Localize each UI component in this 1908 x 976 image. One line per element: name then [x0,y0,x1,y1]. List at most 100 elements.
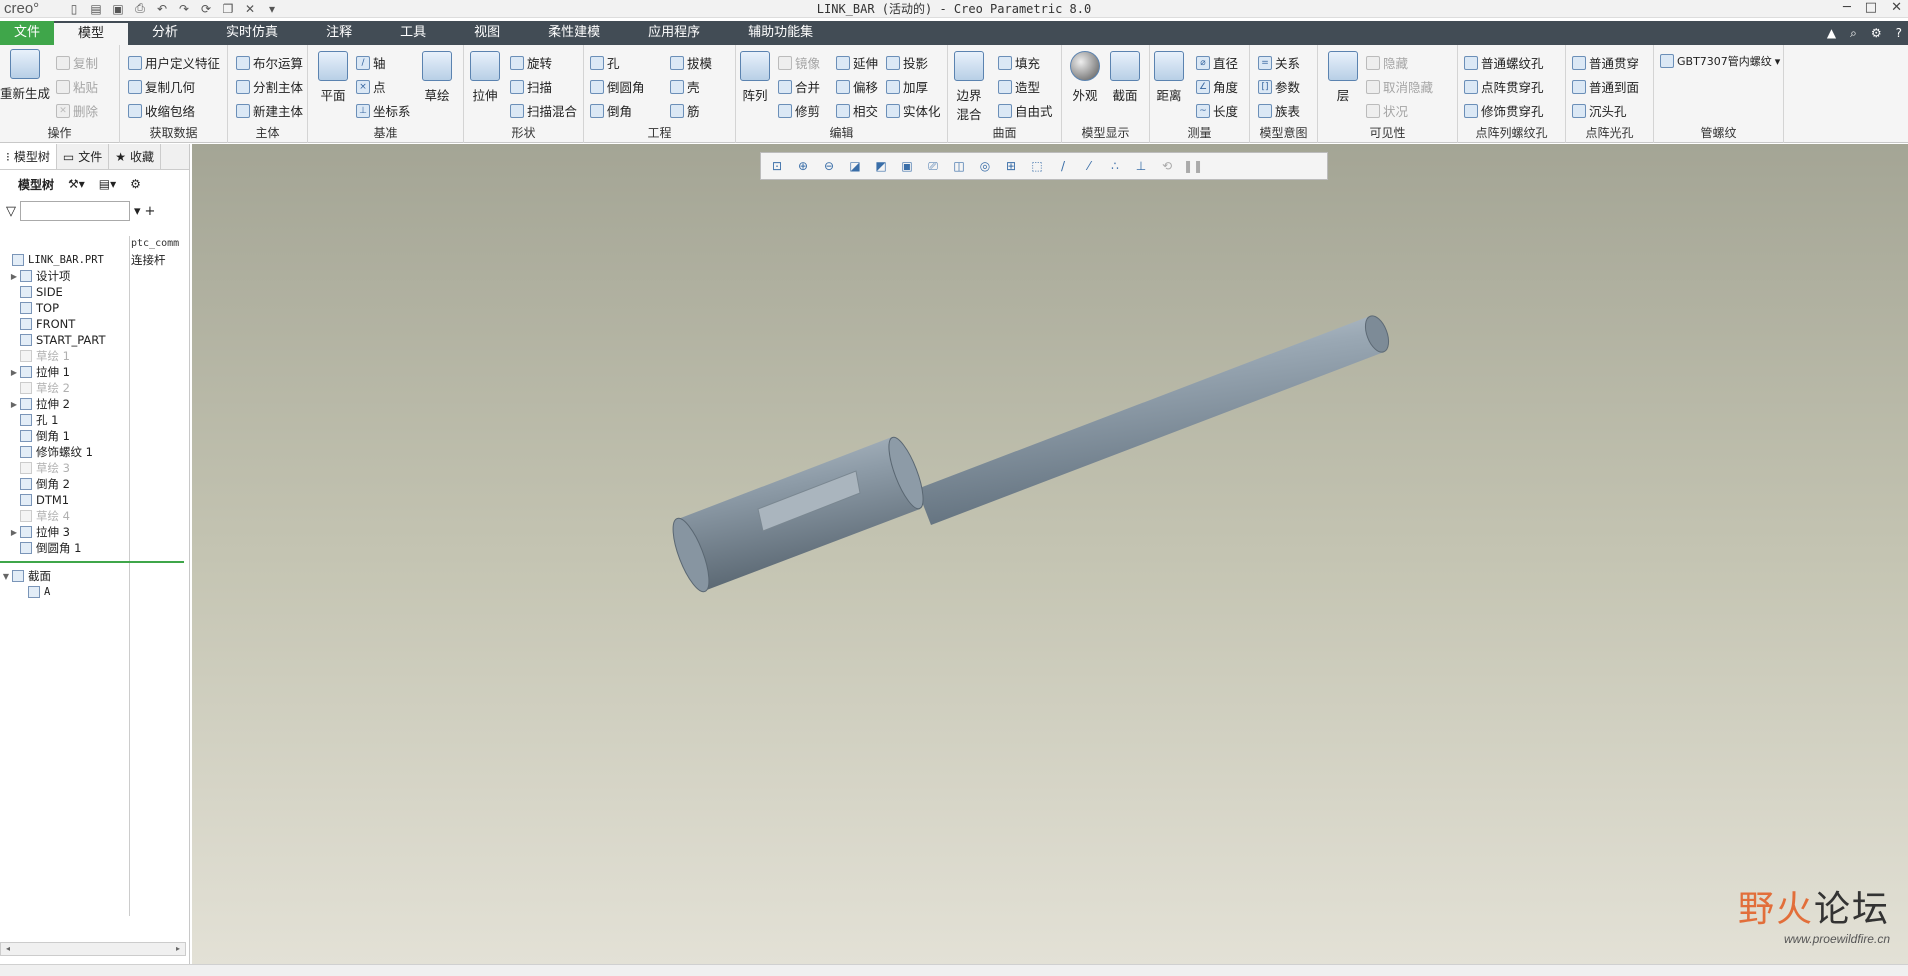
tree-item[interactable]: 草绘 1 [0,348,190,364]
search-dropdown-icon[interactable]: ▾ [134,204,141,219]
settings-icon[interactable]: ⚙ [1871,26,1882,40]
intersect-button[interactable]: 相交 [836,101,878,120]
shrinkwrap-button[interactable]: 收缩包络 [128,101,195,120]
offset-button[interactable]: 偏移 [836,77,878,96]
tree-item[interactable]: ▶ 拉伸 1 [0,364,190,380]
section-item[interactable]: A [0,584,190,600]
extrude-button[interactable]: 拉伸 [470,51,500,104]
tree-item[interactable]: 修饰螺纹 1 [0,444,190,460]
tab-accessories[interactable]: 辅助功能集 [724,21,837,45]
tab-view[interactable]: 视图 [450,21,524,45]
tab-tools[interactable]: 工具 [376,21,450,45]
tree-item[interactable]: 草绘 3 [0,460,190,476]
normal-thread-hole-button[interactable]: 普通螺纹孔 [1464,53,1544,72]
column-header[interactable]: ptc_comm [131,238,179,249]
horizontal-scrollbar[interactable]: ◂ ▸ [0,942,186,956]
tree-item[interactable]: ▶ 拉伸 2 [0,396,190,412]
sections-root[interactable]: ▼ 截面 [0,568,190,584]
tree-item[interactable]: DTM1 [0,492,190,508]
delete-button[interactable]: ✕ 删除 [56,101,98,120]
project-button[interactable]: 投影 [886,53,928,72]
tree-item[interactable]: TOP [0,300,190,316]
undo-icon[interactable]: ↶ [152,1,172,17]
merge-button[interactable]: 合并 [778,77,820,96]
tree-settings-icon[interactable]: ⚒▾ [68,177,85,191]
hide-button[interactable]: 隐藏 [1366,53,1408,72]
boolean-button[interactable]: 布尔运算 [236,53,303,72]
counterbore-button[interactable]: 沉头孔 [1572,101,1627,120]
length-button[interactable]: ~ 长度 [1196,101,1238,120]
tab-model-tree[interactable]: ⁝ 模型树 [0,144,57,169]
search-input[interactable] [20,201,130,221]
draft-button[interactable]: 拔模 [670,53,712,72]
distance-button[interactable]: 距离 [1154,51,1184,104]
pattern-button[interactable]: 阵列 [740,51,770,104]
udf-button[interactable]: 用户定义特征 [128,53,220,72]
window-close-icon[interactable]: ✕ [1891,0,1902,15]
gbt7307-button[interactable]: GBT7307管内螺纹 ▾ [1660,53,1780,69]
tree-item[interactable]: 草绘 2 [0,380,190,396]
collapse-icon[interactable]: ▼ [0,572,12,581]
tree-root[interactable]: LINK_BAR.PRT [0,252,190,268]
tab-annotate[interactable]: 注释 [302,21,376,45]
thicken-button[interactable]: 加厚 [886,77,928,96]
tab-analysis[interactable]: 分析 [128,21,202,45]
tab-flexible-modeling[interactable]: 柔性建模 [524,21,624,45]
expand-icon[interactable]: ▶ [8,528,20,537]
minimize-icon[interactable]: ─ [1843,0,1851,15]
tree-item[interactable]: 孔 1 [0,412,190,428]
filter-settings-icon[interactable]: ⚙ [130,177,141,191]
link-bar-model[interactable] [192,144,1908,964]
swept-blend-button[interactable]: 扫描混合 [510,101,577,120]
tab-applications[interactable]: 应用程序 [624,21,724,45]
plane-button[interactable]: 平面 [318,51,348,104]
sketch-button[interactable]: 草绘 [422,51,452,104]
help-icon[interactable]: ? [1896,26,1902,40]
point-button[interactable]: × 点 [356,77,386,96]
normal-through-button[interactable]: 普通贯穿 [1572,53,1639,72]
show-icon[interactable]: ▤▾ [99,177,116,191]
maximize-icon[interactable]: □ [1865,0,1877,15]
fill-button[interactable]: 填充 [998,53,1040,72]
extend-button[interactable]: 延伸 [836,53,878,72]
tab-files[interactable]: ▭ 文件 [57,144,110,169]
array-through-hole-button[interactable]: 点阵贯穿孔 [1464,77,1544,96]
boundary-blend-button[interactable]: 边界 混合 [954,51,984,123]
new-icon[interactable]: ▯ [64,1,84,17]
sweep-button[interactable]: 扫描 [510,77,552,96]
unhide-button[interactable]: 取消隐藏 [1366,77,1433,96]
close-icon[interactable]: ✕ [240,1,260,17]
freestyle-button[interactable]: 自由式 [998,101,1053,120]
save-icon[interactable]: ▣ [108,1,128,17]
round-button[interactable]: 倒圆角 [590,77,645,96]
expand-icon[interactable]: ▶ [8,368,20,377]
expand-icon[interactable]: ▶ [8,400,20,409]
tree-item[interactable]: 倒角 2 [0,476,190,492]
tab-live-simulation[interactable]: 实时仿真 [202,21,302,45]
copy-button[interactable]: 复制 [56,53,98,72]
hole-button[interactable]: 孔 [590,53,620,72]
tree-item[interactable]: 倒角 1 [0,428,190,444]
windows-icon[interactable]: ❐ [218,1,238,17]
new-body-button[interactable]: 新建主体 [236,101,303,120]
layer-button[interactable]: 层 [1328,51,1358,104]
regenerate-icon[interactable]: ⟳ [196,1,216,17]
tree-item[interactable]: 倒圆角 1 [0,540,190,556]
section-button[interactable]: 截面 [1110,51,1140,104]
scroll-left-icon[interactable]: ◂ [1,943,15,955]
insert-indicator[interactable] [0,561,184,563]
tree-item[interactable]: START_PART [0,332,190,348]
add-column-icon[interactable]: + [145,204,156,219]
collapse-ribbon-icon[interactable]: ▲ [1827,26,1836,40]
open-icon[interactable]: ▤ [86,1,106,17]
axis-button[interactable]: / 轴 [356,53,386,72]
style-button[interactable]: 造型 [998,77,1040,96]
tree-item[interactable]: FRONT [0,316,190,332]
expand-icon[interactable]: ▶ [8,272,20,281]
mirror-button[interactable]: 镜像 [778,53,820,72]
split-body-button[interactable]: 分割主体 [236,77,303,96]
diameter-button[interactable]: ⌀ 直径 [1196,53,1238,72]
tree-item[interactable]: 草绘 4 [0,508,190,524]
tab-favorites[interactable]: ★ 收藏 [109,144,161,169]
solidify-button[interactable]: 实体化 [886,101,941,120]
